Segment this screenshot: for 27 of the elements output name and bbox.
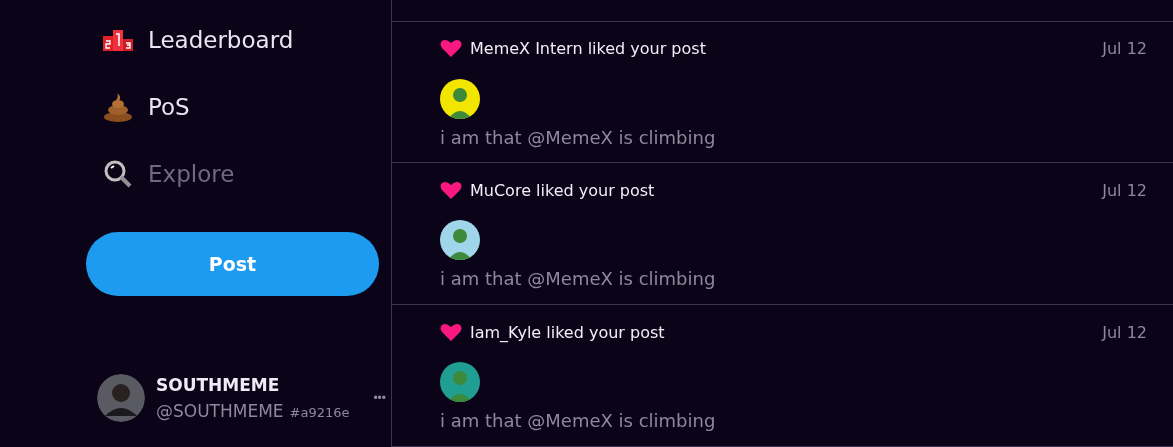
more-button[interactable]: ••• xyxy=(373,391,386,405)
notification-date: Jul 12 xyxy=(1102,180,1147,200)
heart-icon xyxy=(440,39,462,59)
notification-card[interactable]: Iam_Kyle liked your post Jul 12 i am that @MemeX is climbing xyxy=(392,305,1173,447)
post-text: i am that @MemeX is climbing xyxy=(440,268,717,290)
heart-icon xyxy=(440,180,462,200)
account-name: SOUTHMEME xyxy=(156,375,281,395)
podium-icon xyxy=(102,28,134,52)
pile-icon xyxy=(102,92,134,122)
nav-item[interactable]: Leaderboard xyxy=(102,22,294,58)
post-text: i am that @MemeX is climbing xyxy=(440,126,717,148)
notification-title: Iam_Kyle liked your post xyxy=(470,322,665,342)
notification-date: Jul 12 xyxy=(1102,322,1147,342)
notification-title: MuCore liked your post xyxy=(470,180,655,200)
notification-card[interactable]: MuCore liked your post Jul 12 i am that @MemeX is climbing xyxy=(392,163,1173,306)
notification-card[interactable]: MemeX Intern liked your post Jul 12 i am that @MemeX is climbing xyxy=(392,21,1173,164)
post-text: i am that @MemeX is climbing xyxy=(440,410,717,432)
notification-title: MemeX Intern liked your post xyxy=(470,39,706,59)
avatar[interactable] xyxy=(440,78,480,119)
heart-icon xyxy=(440,322,462,342)
nav-item[interactable]: PoS xyxy=(102,89,190,125)
avatar[interactable] xyxy=(440,362,480,403)
avatar[interactable] xyxy=(440,220,480,261)
notification-date: Jul 12 xyxy=(1102,39,1147,59)
search-icon xyxy=(102,159,134,189)
account-tag: #a9216e xyxy=(289,405,350,420)
account-handle: @SOUTHMEME xyxy=(156,401,284,421)
